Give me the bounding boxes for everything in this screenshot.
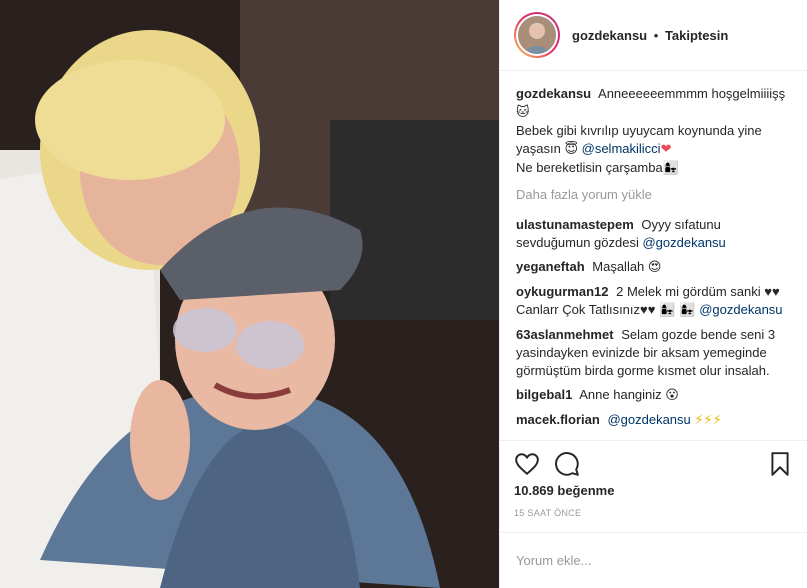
heart-eyes-emoji-icon: 😍 (647, 260, 662, 275)
post-side-panel: gozdekansu • Takiptesin gozdekansu Annee… (499, 0, 807, 588)
avatar[interactable] (514, 12, 560, 58)
heart-emoji-icon: ❤ (660, 142, 672, 157)
angel-emoji-icon: 😇 (564, 142, 578, 157)
family-emoji-icon: 👩‍👧 👩‍👧 (659, 303, 696, 318)
list-item: macek.florian @gozdekansu ⚡⚡⚡ (516, 411, 791, 430)
heart-icon[interactable] (514, 451, 540, 477)
caption: gozdekansu Anneeeeeemmmm hoşgelmiiiişş🐱 … (516, 85, 791, 178)
post-header: gozdekansu • Takiptesin (500, 0, 807, 71)
comment-text: Anne hanginiz (579, 387, 662, 402)
list-item: ulastunamastepem Oyyy sıfatunu sevduğumu… (516, 216, 791, 252)
caption-line-1: Anneeeeeemmmm hoşgelmiiiişş (598, 86, 786, 101)
comment-username[interactable]: oykugurman12 (516, 284, 608, 299)
bookmark-icon[interactable] (767, 451, 793, 477)
list-item: bilgebal1 Anne hanginiz 😮 (516, 386, 791, 405)
cat-emoji-icon: 🐱 (516, 105, 530, 120)
lightning-emoji-icon: ⚡⚡⚡ (694, 413, 722, 428)
comment-username[interactable]: macek.florian (516, 412, 600, 427)
follow-button[interactable]: Takiptesin (665, 28, 728, 43)
add-comment-field[interactable]: Yorum ekle... (500, 532, 807, 588)
header-username[interactable]: gozdekansu (572, 28, 647, 43)
post-photo[interactable] (0, 0, 499, 588)
list-item: oykugurman12 2 Melek mi gördüm sanki ♥♥ … (516, 283, 791, 320)
list-item: yeganeftah Maşallah 😍 (516, 258, 791, 277)
comment-text: Maşallah (592, 259, 645, 274)
family-emoji-icon: 👩‍👧 (662, 161, 679, 176)
comment-bubble-icon[interactable] (554, 451, 580, 477)
caption-line-3: Ne bereketlisin çarşamba (516, 160, 663, 175)
comment-username[interactable]: bilgebal1 (516, 387, 572, 402)
header-separator: • (653, 27, 659, 43)
post-timestamp: 15 SAAT ÖNCE (514, 508, 582, 518)
comment-username[interactable]: yeganeftah (516, 259, 585, 274)
post-container: gozdekansu • Takiptesin gozdekansu Annee… (0, 0, 807, 588)
comments-list: gozdekansu Anneeeeeemmmm hoşgelmiiiişş🐱 … (500, 71, 807, 440)
comment-mention[interactable]: @gozdekansu (699, 302, 782, 317)
surprised-emoji-icon: 😮 (665, 388, 679, 403)
caption-username[interactable]: gozdekansu (516, 86, 591, 101)
caption-mention[interactable]: @selmakilicci (582, 141, 661, 156)
likes-count[interactable]: 10.869 beğenme (514, 483, 793, 498)
comment-username[interactable]: 63aslanmehmet (516, 327, 614, 342)
action-bar: 10.869 beğenme 15 SAAT ÖNCE (500, 440, 807, 532)
load-more-comments[interactable]: Daha fazla yorum yükle (516, 186, 791, 204)
comment-mention[interactable]: @gozdekansu (607, 412, 690, 427)
comment-username[interactable]: ulastunamastepem (516, 217, 634, 232)
add-comment-placeholder[interactable]: Yorum ekle... (516, 553, 591, 568)
list-item: 63aslanmehmet Selam gozde bende seni 3 y… (516, 326, 791, 380)
comment-mention[interactable]: @gozdekansu (642, 235, 725, 250)
